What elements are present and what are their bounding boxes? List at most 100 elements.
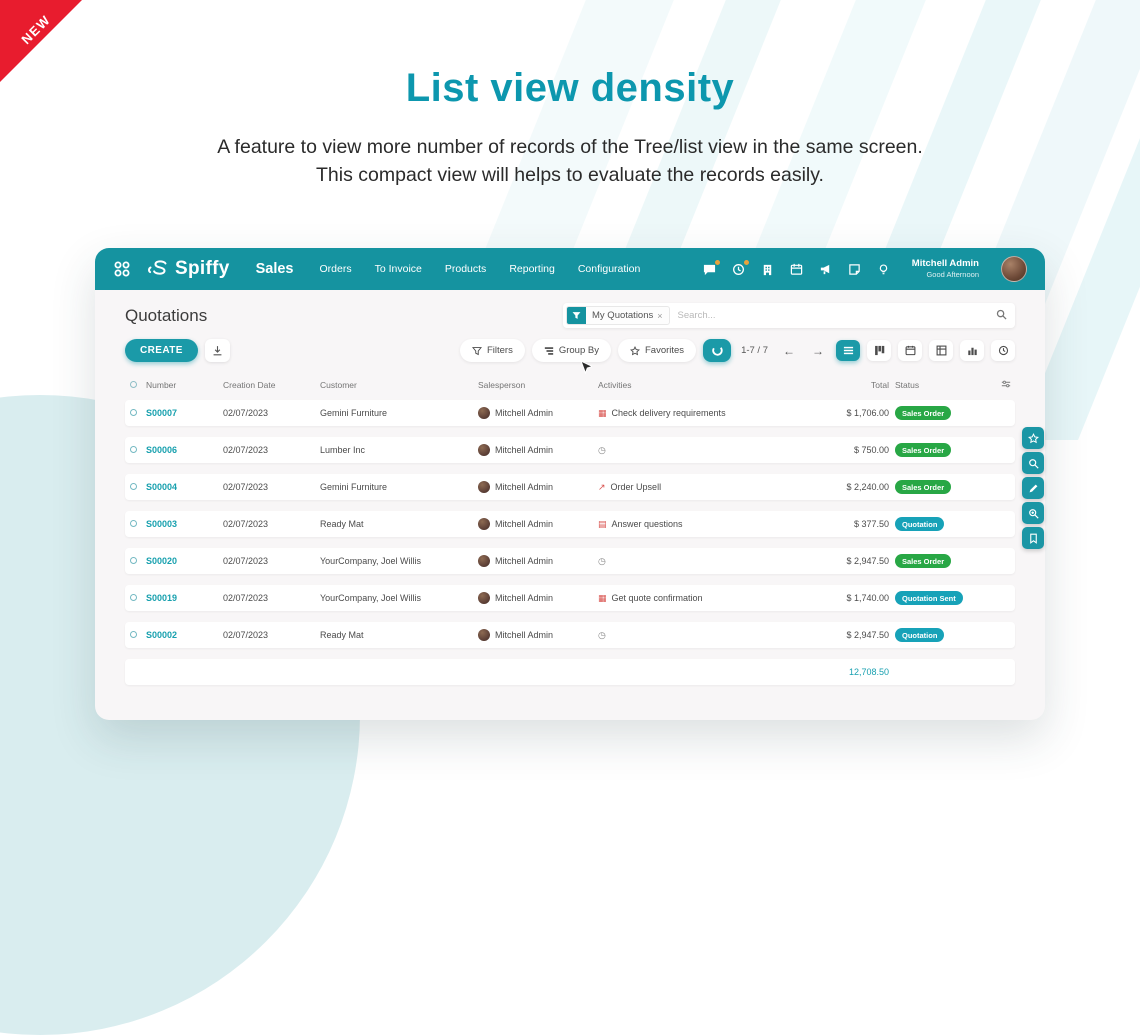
megaphone-icon[interactable] — [819, 262, 833, 276]
kanban-view-icon[interactable] — [867, 340, 891, 361]
col-status[interactable]: Status — [895, 380, 985, 390]
row-number-link[interactable]: S00007 — [146, 408, 223, 418]
table-row[interactable]: S00007 02/07/2023 Gemini Furniture Mitch… — [125, 400, 1015, 426]
pivot-view-icon[interactable] — [929, 340, 953, 361]
row-select-circle[interactable] — [130, 483, 137, 490]
salesperson-avatar — [478, 481, 490, 493]
row-number-link[interactable]: S00019 — [146, 593, 223, 603]
table-row[interactable]: S00003 02/07/2023 Ready Mat Mitchell Adm… — [125, 511, 1015, 537]
row-customer: Ready Mat — [320, 519, 478, 529]
table-row[interactable]: S00006 02/07/2023 Lumber Inc Mitchell Ad… — [125, 437, 1015, 463]
table-row[interactable]: S00002 02/07/2023 Ready Mat Mitchell Adm… — [125, 622, 1015, 648]
nav-item-configuration[interactable]: Configuration — [578, 263, 640, 275]
list-activity-icon[interactable]: ▤ — [598, 520, 607, 529]
star-icon[interactable] — [1022, 427, 1044, 449]
calendar-activity-icon[interactable]: ▦ — [598, 594, 607, 603]
row-number-link[interactable]: S00006 — [146, 445, 223, 455]
pager-next-icon[interactable]: → — [807, 344, 829, 358]
graph-view-icon[interactable] — [960, 340, 984, 361]
row-total: $ 377.50 — [823, 519, 895, 529]
table-row[interactable]: S00020 02/07/2023 YourCompany, Joel Will… — [125, 548, 1015, 574]
table-row[interactable]: S00019 02/07/2023 YourCompany, Joel Will… — [125, 585, 1015, 611]
trend-activity-icon[interactable]: ↗ — [598, 483, 606, 492]
facet-filter-icon — [567, 306, 586, 325]
pager-prev-icon[interactable]: ← — [778, 344, 800, 358]
density-toggle-button[interactable] — [703, 339, 731, 362]
nav-item-to-invoice[interactable]: To Invoice — [375, 263, 422, 275]
table-footer-row: 12,708.50 — [125, 659, 1015, 685]
note-icon[interactable] — [848, 262, 862, 276]
col-total[interactable]: Total — [823, 380, 895, 390]
bulb-icon[interactable] — [877, 262, 891, 276]
row-customer: Gemini Furniture — [320, 482, 478, 492]
table-row[interactable]: S00004 02/07/2023 Gemini Furniture Mitch… — [125, 474, 1015, 500]
col-salesperson[interactable]: Salesperson — [478, 380, 598, 390]
nav-item-reporting[interactable]: Reporting — [509, 263, 555, 275]
select-all-circle[interactable] — [130, 381, 137, 388]
building-icon[interactable] — [761, 262, 775, 276]
pager-range: 1-7 / 7 — [741, 345, 768, 356]
facet-remove-icon[interactable]: × — [657, 311, 668, 321]
filter-icon — [472, 346, 482, 356]
clock-activity-icon[interactable]: ◷ — [598, 557, 606, 566]
col-customer[interactable]: Customer — [320, 380, 478, 390]
user-avatar[interactable] — [1001, 256, 1027, 282]
calendar-activity-icon[interactable]: ▦ — [598, 409, 607, 418]
row-customer: Lumber Inc — [320, 445, 478, 455]
calendar-view-icon[interactable] — [898, 340, 922, 361]
activity-clock-icon[interactable] — [732, 262, 746, 276]
pencil-icon[interactable] — [1022, 477, 1044, 499]
row-number-link[interactable]: S00003 — [146, 519, 223, 529]
row-creation-date: 02/07/2023 — [223, 556, 320, 566]
row-select-circle[interactable] — [130, 557, 137, 564]
row-select-circle[interactable] — [130, 594, 137, 601]
user-menu[interactable]: Mitchell Admin Good Afternoon — [912, 258, 979, 280]
nav-item-orders[interactable]: Orders — [320, 263, 352, 275]
table-body: S00007 02/07/2023 Gemini Furniture Mitch… — [125, 400, 1015, 648]
bookmark-icon[interactable] — [1022, 527, 1044, 549]
list-view-icon[interactable] — [836, 340, 860, 361]
brand[interactable]: Spiffy — [145, 256, 230, 282]
row-select-circle[interactable] — [130, 409, 137, 416]
row-number-link[interactable]: S00004 — [146, 482, 223, 492]
search-bar[interactable]: My Quotations × — [563, 303, 1015, 328]
create-button[interactable]: CREATE — [125, 339, 198, 362]
search-facet[interactable]: My Quotations × — [566, 306, 670, 325]
row-number-link[interactable]: S00002 — [146, 630, 223, 640]
current-app-name[interactable]: Sales — [256, 261, 294, 277]
favorites-button[interactable]: Favorites — [618, 339, 696, 362]
clock-activity-icon[interactable]: ◷ — [598, 631, 606, 640]
row-total: $ 2,240.00 — [823, 482, 895, 492]
activity-view-icon[interactable] — [991, 340, 1015, 361]
row-creation-date: 02/07/2023 — [223, 630, 320, 640]
spiffy-logo-icon — [145, 256, 171, 282]
col-creation-date[interactable]: Creation Date — [223, 380, 320, 390]
group-by-button[interactable]: Group By — [532, 339, 611, 362]
row-total: $ 1,706.00 — [823, 408, 895, 418]
chat-icon[interactable] — [703, 262, 717, 276]
nav-item-products[interactable]: Products — [445, 263, 486, 275]
zoom-plus-icon[interactable] — [1022, 502, 1044, 524]
search-icon[interactable] — [996, 307, 1007, 325]
brand-name: Spiffy — [175, 258, 230, 280]
row-select-circle[interactable] — [130, 631, 137, 638]
search-input[interactable] — [670, 310, 996, 321]
salesperson-avatar — [478, 592, 490, 604]
row-select-circle[interactable] — [130, 446, 137, 453]
export-icon[interactable] — [205, 339, 230, 362]
col-number[interactable]: Number — [146, 380, 223, 390]
filters-button[interactable]: Filters — [460, 339, 525, 362]
calendar-icon[interactable] — [790, 262, 804, 276]
apps-grid-icon[interactable] — [113, 260, 131, 278]
status-badge: Sales Order — [895, 443, 951, 457]
row-select-circle[interactable] — [130, 520, 137, 527]
search-icon[interactable] — [1022, 452, 1044, 474]
row-number-link[interactable]: S00020 — [146, 556, 223, 566]
col-activities[interactable]: Activities — [598, 380, 823, 390]
app-navbar: Spiffy Sales Orders To Invoice Products Rep… — [95, 248, 1045, 290]
optional-columns-icon[interactable] — [985, 379, 1015, 391]
row-activity-label: Get quote confirmation — [612, 593, 703, 603]
app-window: Spiffy Sales Orders To Invoice Products Rep… — [95, 248, 1045, 720]
clock-activity-icon[interactable]: ◷ — [598, 446, 606, 455]
row-creation-date: 02/07/2023 — [223, 482, 320, 492]
